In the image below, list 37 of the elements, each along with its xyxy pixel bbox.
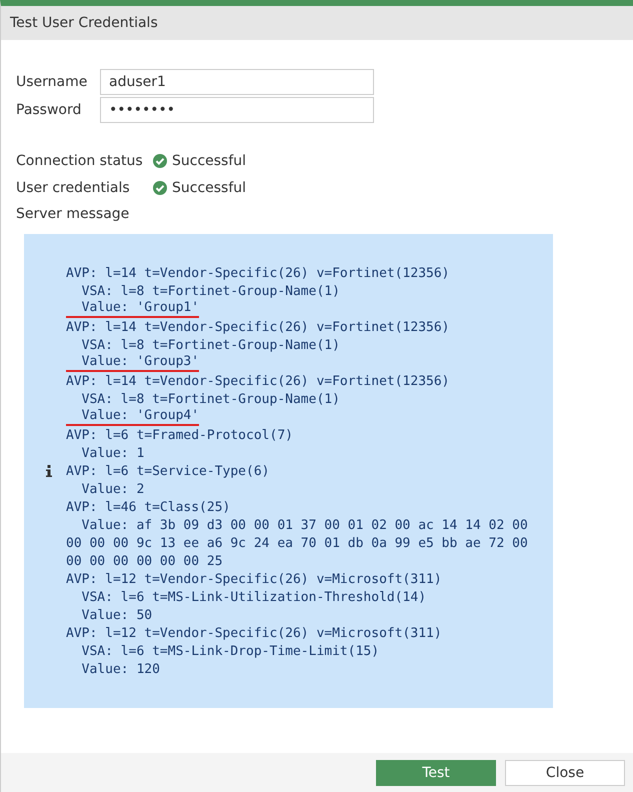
message-line: VSA: l=6 t=MS-Link-Utilization-Threshold(14)	[80, 590, 426, 604]
message-line: Value: 'Group1'	[66, 300, 200, 318]
message-line: AVP: l=12 t=Vendor-Specific(26) v=Microsoft(311)	[66, 572, 442, 586]
message-line: VSA: l=8 t=Fortinet-Group-Name(1)	[80, 338, 340, 352]
check-icon	[153, 154, 167, 168]
message-line: AVP: l=6 t=Framed-Protocol(7)	[66, 428, 293, 442]
message-line: AVP: l=14 t=Vendor-Specific(26) v=Fortinet(12356)	[66, 320, 450, 334]
message-line: 00 00 00 00 00 00 25	[66, 554, 223, 568]
message-line: VSA: l=6 t=MS-Link-Drop-Time-Limit(15)	[80, 644, 380, 658]
field-label: Password	[16, 102, 82, 118]
close-button[interactable]: Close	[505, 760, 625, 786]
status-label: Connection status	[16, 153, 144, 169]
message-line: 00 00 00 9c 13 ee a6 9c 24 ea 70 01 db 0a 99 e5 bb ae 72 00	[66, 536, 528, 550]
dialog-title: Test User Credentials	[1, 6, 633, 40]
message-line: VSA: l=8 t=Fortinet-Group-Name(1)	[80, 392, 340, 406]
message-line: AVP: l=12 t=Vendor-Specific(26) v=Microsoft(311)	[66, 626, 442, 640]
input-field[interactable]: aduser1	[100, 69, 374, 95]
check-icon	[153, 181, 167, 195]
status-value: Successful	[172, 153, 246, 169]
message-line: VSA: l=8 t=Fortinet-Group-Name(1)	[80, 284, 340, 298]
message-line: Value: 1	[80, 446, 144, 460]
message-line: Value: af 3b 09 d3 00 00 01 37 00 01 02 00 ac 14 14 02 00	[80, 518, 528, 532]
message-line: AVP: l=14 t=Vendor-Specific(26) v=Fortinet(12356)	[66, 374, 450, 388]
message-line: AVP: l=6 t=Service-Type(6)	[66, 464, 270, 478]
input-field[interactable]: ••••••••	[100, 97, 374, 123]
message-line: Value: 'Group3'	[66, 354, 200, 372]
message-line: Value: 2	[80, 482, 144, 496]
field-label: Username	[16, 74, 88, 90]
message-line: AVP: l=14 t=Vendor-Specific(26) v=Fortinet(12356)	[66, 266, 450, 280]
message-line: Value: 50	[80, 608, 152, 622]
status-value: Successful	[172, 180, 246, 196]
server-message-label: Server message	[16, 206, 130, 222]
message-line: Value: 120	[80, 662, 160, 676]
test-button[interactable]: Test	[376, 760, 496, 786]
status-label: User credentials	[16, 180, 131, 196]
message-line: Value: 'Group4'	[66, 408, 200, 426]
message-line: AVP: l=46 t=Class(25)	[66, 500, 230, 514]
